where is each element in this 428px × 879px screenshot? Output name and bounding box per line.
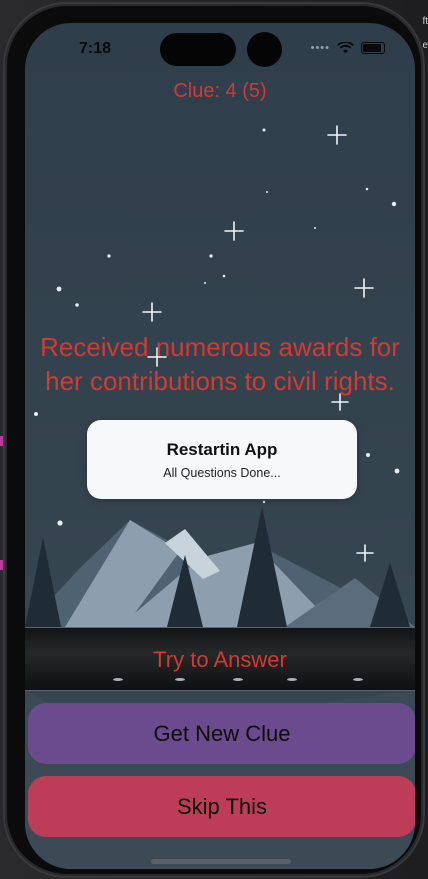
battery-icon — [361, 42, 385, 54]
wifi-icon — [337, 42, 354, 54]
status-time: 7:18 — [79, 40, 112, 57]
front-camera — [247, 32, 282, 67]
toast-notification: Restartin App All Questions Done... — [87, 420, 357, 499]
app-screen: 7:18 •••• Clue: 4 (5) Received numerous … — [25, 23, 415, 869]
star-icon — [354, 278, 374, 298]
pine-tree-icon — [370, 563, 410, 627]
get-new-clue-button[interactable]: Get New Clue — [28, 703, 415, 764]
star-icon — [75, 303, 79, 307]
star-icon — [366, 453, 370, 457]
try-to-answer-button[interactable]: Try to Answer — [25, 628, 415, 690]
answer-band: Try to Answer — [25, 627, 415, 691]
status-icons: •••• — [311, 42, 385, 54]
home-indicator[interactable] — [151, 859, 291, 864]
dynamic-island — [160, 33, 236, 66]
clue-counter: Clue: 4 (5) — [173, 80, 267, 102]
star-icon — [204, 282, 206, 284]
skip-this-button[interactable]: Skip This — [28, 776, 415, 837]
phone-frame: 7:18 •••• Clue: 4 (5) Received numerous … — [5, 4, 423, 876]
star-icon — [365, 187, 369, 191]
star-icon — [266, 191, 268, 193]
star-icon — [34, 412, 38, 416]
ide-side-text: ft — [422, 16, 428, 27]
star-icon — [222, 274, 226, 278]
cellular-dots-icon: •••• — [310, 42, 330, 54]
star-icon — [224, 221, 244, 241]
ide-marker — [0, 436, 3, 446]
toast-message: All Questions Done... — [163, 466, 281, 480]
star-icon — [262, 500, 266, 504]
pine-tree-icon — [25, 537, 61, 627]
star-icon — [394, 468, 400, 474]
toast-title: Restartin App — [166, 440, 278, 459]
ide-side-text-2: e — [422, 40, 428, 51]
star-icon — [107, 254, 111, 258]
clue-text: Received numerous awards for her contrib… — [40, 332, 400, 396]
star-icon — [356, 544, 374, 562]
star-icon — [142, 302, 162, 322]
star-icon — [327, 125, 347, 145]
star-icon — [262, 128, 266, 132]
star-icon — [314, 227, 316, 229]
status-bar: 7:18 •••• — [25, 23, 415, 73]
ide-marker — [0, 560, 3, 570]
star-icon — [209, 254, 213, 258]
star-icon — [391, 201, 397, 207]
star-icon — [56, 286, 62, 292]
star-icon — [57, 520, 63, 526]
